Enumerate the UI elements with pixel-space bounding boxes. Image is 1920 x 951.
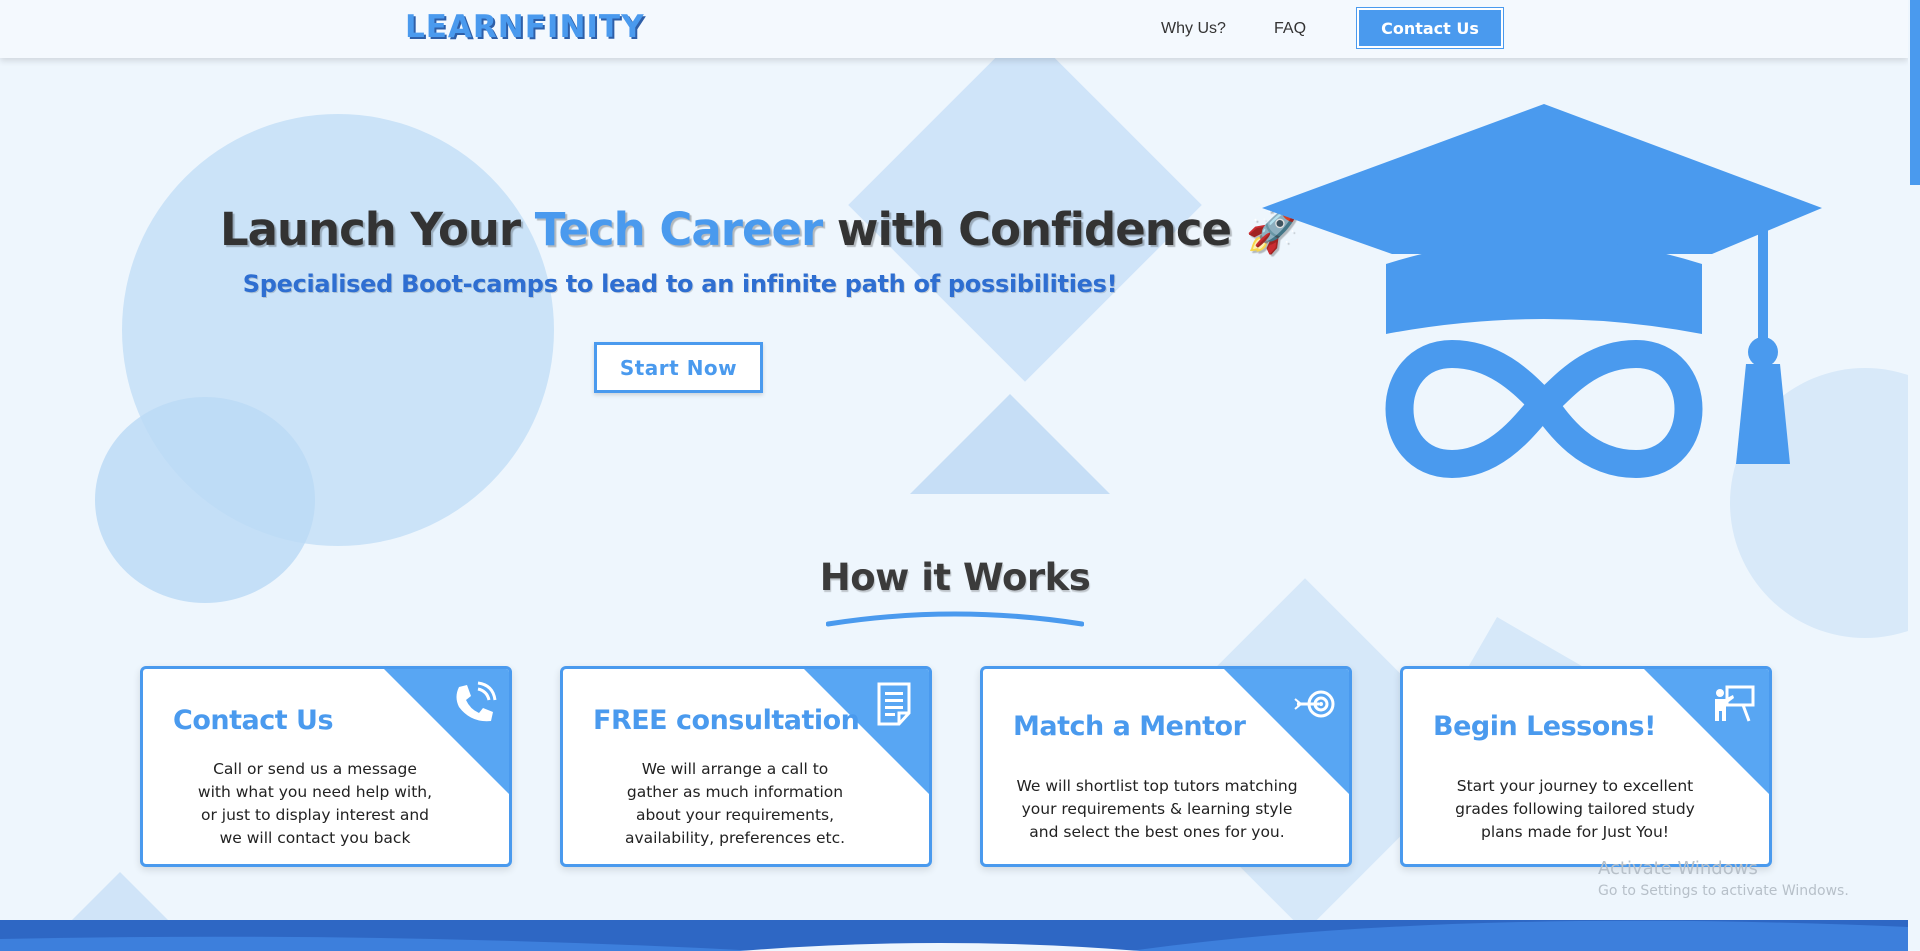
step-card-free-consultation[interactable]: FREE consultation We will arrange a call… bbox=[560, 666, 932, 867]
title-underline bbox=[826, 611, 1084, 627]
hero-title-accent: Tech Career bbox=[534, 203, 823, 256]
card-line: about your requirements, bbox=[635, 806, 835, 824]
bg-triangle bbox=[910, 394, 1110, 494]
step-card-match-a-mentor[interactable]: Match a Mentor We will shortlist top tut… bbox=[980, 666, 1352, 867]
card-line: Start your journey to excellent bbox=[1456, 777, 1694, 795]
bg-circle-large bbox=[122, 114, 554, 546]
card-line: We will arrange a call to bbox=[641, 760, 829, 778]
card-line: Call or send us a message bbox=[213, 760, 417, 778]
step-card-contact-us[interactable]: Contact Us Call or send us a message wit… bbox=[140, 666, 512, 867]
nav-contact-button[interactable]: Contact Us bbox=[1357, 8, 1503, 48]
card-line: your requirements & learning style bbox=[1021, 800, 1293, 818]
watermark-subtitle: Go to Settings to activate Windows. bbox=[1598, 883, 1849, 899]
windows-activation-watermark: Activate Windows Go to Settings to activ… bbox=[1598, 858, 1849, 899]
scrollbar-thumb[interactable] bbox=[1910, 0, 1920, 185]
start-now-button[interactable]: Start Now bbox=[594, 342, 763, 393]
card-line: we will contact you back bbox=[219, 829, 411, 847]
bg-circle-small bbox=[95, 397, 315, 603]
nav-link-faq[interactable]: FAQ bbox=[1274, 20, 1306, 38]
card-description: Start your journey to excellent grades f… bbox=[1425, 775, 1725, 844]
scrollbar[interactable] bbox=[1908, 0, 1920, 951]
card-title: Match a Mentor bbox=[1013, 711, 1246, 742]
card-line: or just to display interest and bbox=[201, 806, 429, 824]
card-description: We will shortlist top tutors matching yo… bbox=[997, 775, 1317, 844]
card-description: We will arrange a call to gather as much… bbox=[585, 758, 885, 850]
site-logo[interactable]: LEARNFINITY bbox=[405, 9, 645, 45]
card-line: availability, preferences etc. bbox=[624, 829, 846, 847]
hero-title-part1: Launch Your bbox=[220, 203, 535, 256]
bottom-wave-decoration bbox=[0, 920, 1908, 951]
card-title: FREE consultation bbox=[593, 705, 860, 736]
card-title: Begin Lessons! bbox=[1433, 711, 1656, 742]
how-it-works-title: How it Works bbox=[819, 556, 1091, 599]
nav-link-why-us[interactable]: Why Us? bbox=[1161, 20, 1226, 38]
hero-subtitle: Specialised Boot-camps to lead to an inf… bbox=[242, 270, 1118, 298]
card-line: We will shortlist top tutors matching bbox=[1016, 777, 1298, 795]
hero-title: Launch Your Tech Career with Confidence … bbox=[220, 203, 1300, 256]
step-card-begin-lessons[interactable]: Begin Lessons! Start your journey to exc… bbox=[1400, 666, 1772, 867]
watermark-title: Activate Windows bbox=[1598, 858, 1758, 879]
card-line: grades following tailored study bbox=[1455, 800, 1695, 818]
card-title: Contact Us bbox=[173, 705, 334, 736]
navbar: LEARNFINITY Why Us? FAQ Contact Us bbox=[0, 0, 1908, 58]
card-line: and select the best ones for you. bbox=[1029, 823, 1285, 841]
card-line: plans made for Just You! bbox=[1480, 823, 1669, 841]
card-description: Call or send us a message with what you … bbox=[165, 758, 465, 850]
card-line: with what you need help with, bbox=[197, 783, 433, 801]
hero-title-part2: with Confidence bbox=[822, 203, 1246, 256]
graduation-cap-infinity-icon bbox=[1262, 104, 1822, 479]
card-line: gather as much information bbox=[626, 783, 844, 801]
